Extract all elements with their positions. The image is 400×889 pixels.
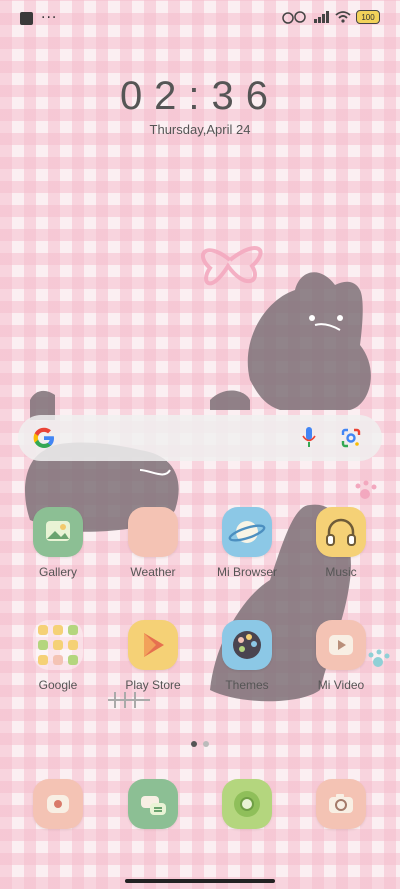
app-label: Weather bbox=[130, 565, 176, 579]
app-label: Gallery bbox=[38, 565, 77, 579]
app-music[interactable]: Music bbox=[301, 507, 381, 579]
phone-icon bbox=[33, 779, 83, 829]
signal-icon bbox=[314, 11, 329, 23]
dock-chrome[interactable] bbox=[207, 779, 287, 829]
app-mi-browser[interactable]: Mi Browser bbox=[207, 507, 287, 579]
more-notifications-icon: ··· bbox=[41, 10, 58, 26]
video-icon bbox=[316, 620, 366, 670]
app-themes[interactable]: Themes bbox=[207, 620, 287, 692]
dock-messages[interactable] bbox=[113, 779, 193, 829]
home-gesture-bar[interactable] bbox=[125, 879, 275, 883]
dock-phone[interactable] bbox=[18, 779, 98, 829]
status-right: 100 bbox=[281, 10, 380, 24]
battery-icon: 100 bbox=[356, 10, 380, 24]
weather-icon bbox=[128, 507, 178, 557]
headphones-icon bbox=[316, 507, 366, 557]
status-left: ··· bbox=[20, 10, 58, 26]
app-label: Themes bbox=[225, 678, 269, 692]
app-gallery[interactable]: Gallery bbox=[18, 507, 98, 579]
app-weather[interactable]: Weather bbox=[113, 507, 193, 579]
play-store-icon bbox=[128, 620, 178, 670]
wifi-icon bbox=[335, 11, 351, 23]
app-play-store[interactable]: Play Store bbox=[113, 620, 193, 692]
browser-planet-icon bbox=[222, 507, 272, 557]
page-indicator bbox=[0, 741, 400, 747]
camera-icon bbox=[316, 779, 366, 829]
status-bar: ··· 100 bbox=[0, 0, 400, 40]
app-label: Google bbox=[38, 678, 78, 692]
app-label: Play Store bbox=[125, 678, 181, 692]
dock-camera[interactable] bbox=[301, 779, 381, 829]
google-search-bar[interactable] bbox=[18, 415, 382, 461]
palette-icon bbox=[222, 620, 272, 670]
folder-google[interactable]: Google bbox=[18, 620, 98, 692]
app-label: Mi Video bbox=[317, 678, 365, 692]
messages-icon bbox=[128, 779, 178, 829]
app-notification-icon bbox=[282, 11, 306, 24]
app-label: Music bbox=[325, 565, 357, 579]
chrome-icon bbox=[222, 779, 272, 829]
google-logo-icon bbox=[33, 427, 54, 448]
google-folder-icon bbox=[33, 620, 83, 670]
page-dot-2 bbox=[203, 741, 209, 747]
clock-date[interactable]: Thursday,April 24 bbox=[0, 122, 400, 137]
app-mi-video[interactable]: Mi Video bbox=[301, 620, 381, 692]
google-lens-icon[interactable] bbox=[340, 427, 362, 449]
gallery-icon bbox=[33, 507, 83, 557]
voice-search-icon[interactable] bbox=[302, 427, 316, 449]
app-label: Mi Browser bbox=[216, 565, 277, 579]
notification-icon bbox=[20, 12, 33, 25]
clock-time[interactable]: 02:36 bbox=[0, 74, 400, 119]
page-dot-1 bbox=[191, 741, 197, 747]
